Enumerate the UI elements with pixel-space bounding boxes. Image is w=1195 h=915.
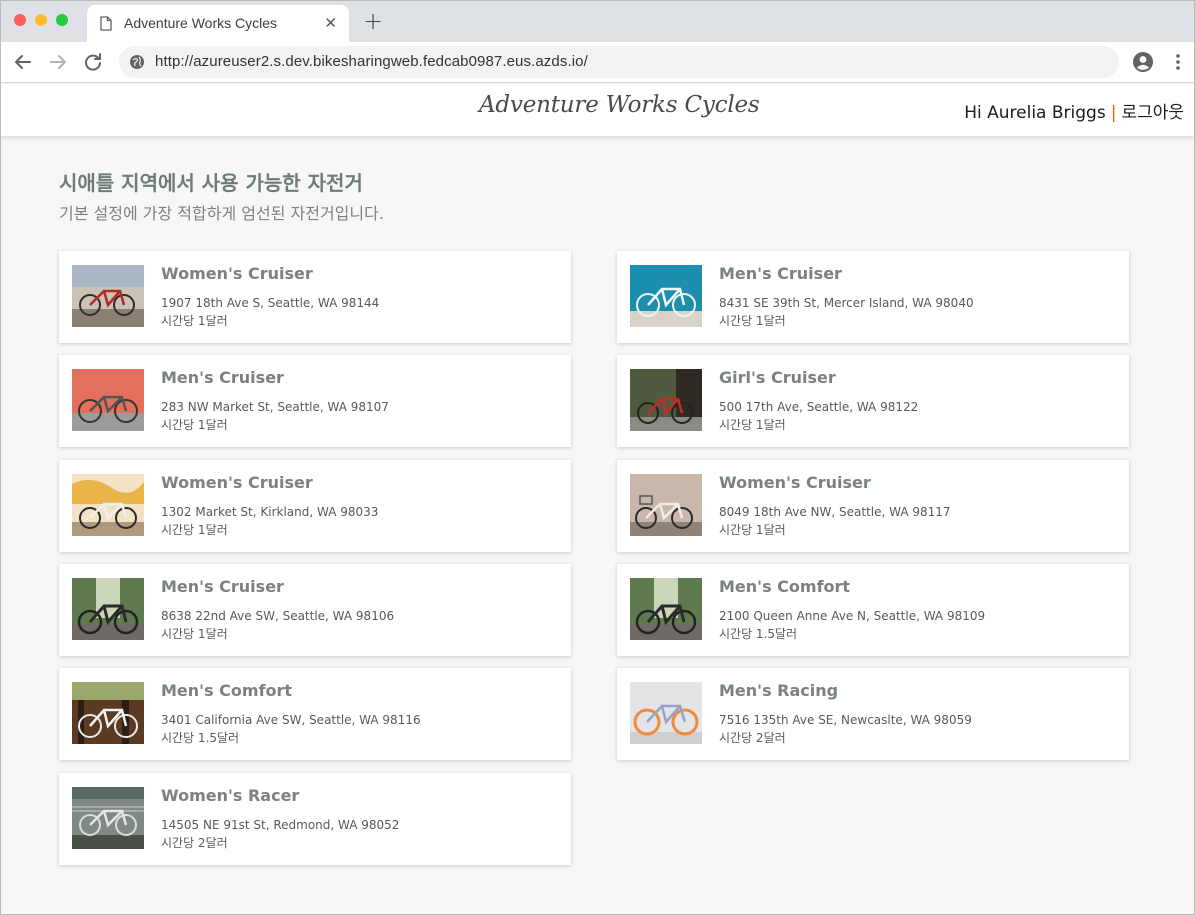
bike-price: 시간당 1달러 [161, 418, 228, 432]
bike-address: 8638 22nd Ave SW, Seattle, WA 98106 [161, 609, 395, 623]
bike-name: Women's Cruiser [719, 473, 871, 492]
document-icon [100, 16, 112, 31]
bike-card[interactable]: Men's Cruiser 283 NW Market St, Seattle,… [59, 355, 571, 447]
bike-photo [630, 682, 702, 744]
bike-name: Men's Racing [719, 681, 839, 700]
tab-active[interactable]: Adventure Works Cycles ✕ [87, 5, 349, 42]
browser-window: Adventure Works Cycles ✕ + http://azureu… [0, 0, 1195, 915]
address-bar[interactable]: http://azureuser2.s.dev.bikesharingweb.f… [119, 46, 1119, 78]
bike-name: Men's Cruiser [161, 368, 284, 387]
bike-card[interactable]: Girl's Cruiser 500 17th Ave, Seattle, WA… [617, 355, 1129, 447]
bike-name: Men's Comfort [161, 681, 293, 700]
bike-photo [630, 578, 702, 640]
url-text[interactable]: http://azureuser2.s.dev.bikesharingweb.f… [155, 53, 588, 70]
bike-name: Women's Cruiser [161, 264, 313, 283]
bike-name: Women's Cruiser [161, 473, 313, 492]
bike-address: 2100 Queen Anne Ave N, Seattle, WA 98109 [719, 609, 986, 623]
bike-card[interactable]: Men's Cruiser 8638 22nd Ave SW, Seattle,… [59, 564, 571, 656]
greeting: Hi Aurelia Briggs [964, 103, 1106, 123]
bike-address: 3401 California Ave SW, Seattle, WA 9811… [161, 713, 421, 727]
window-close-button[interactable] [14, 14, 26, 26]
bike-price: 시간당 1.5달러 [161, 731, 240, 745]
bike-photo [72, 787, 144, 849]
bike-price: 시간당 1달러 [161, 523, 228, 537]
account-icon[interactable] [1132, 51, 1154, 73]
bike-photo [72, 265, 144, 327]
bike-address: 283 NW Market St, Seattle, WA 98107 [161, 400, 389, 414]
tab-title: Adventure Works Cycles [124, 15, 278, 31]
bike-card[interactable]: Men's Comfort 3401 California Ave SW, Se… [59, 668, 571, 760]
bike-name: Men's Comfort [719, 577, 851, 596]
window-maximize-button[interactable] [56, 14, 68, 26]
bike-card[interactable]: Women's Cruiser 8049 18th Ave NW, Seattl… [617, 460, 1129, 552]
bike-card[interactable]: Men's Cruiser 8431 SE 39th St, Mercer Is… [617, 251, 1129, 343]
bike-name: Men's Cruiser [161, 577, 284, 596]
bike-card[interactable]: Men's Comfort 2100 Queen Anne Ave N, Sea… [617, 564, 1129, 656]
bike-price: 시간당 1달러 [719, 418, 786, 432]
bike-price: 시간당 1달러 [161, 314, 228, 328]
bike-address: 14505 NE 91st St, Redmond, WA 98052 [161, 818, 400, 832]
bike-photo [72, 682, 144, 744]
bike-card[interactable]: Men's Racing 7516 135th Ave SE, Newcaslt… [617, 668, 1129, 760]
new-tab-button[interactable]: + [363, 7, 383, 35]
more-vert-icon[interactable] [1171, 52, 1185, 72]
bike-photo [630, 265, 702, 327]
user-area: Hi Aurelia Briggs | 로그아웃 [964, 98, 1184, 123]
separator: | [1110, 103, 1117, 123]
window-minimize-button[interactable] [35, 14, 47, 26]
bike-photo [72, 578, 144, 640]
forward-arrow-icon[interactable] [47, 51, 69, 73]
reload-icon[interactable] [82, 51, 104, 73]
bike-address: 1907 18th Ave S, Seattle, WA 98144 [161, 296, 380, 310]
bike-photo [72, 369, 144, 431]
page-title: 시애틀 지역에서 사용 가능한 자전거 [59, 171, 363, 195]
bike-price: 시간당 1달러 [719, 314, 786, 328]
page-subtitle: 기본 설정에 가장 적합하게 엄선된 자전거입니다. [59, 204, 384, 223]
bike-address: 500 17th Ave, Seattle, WA 98122 [719, 400, 919, 414]
browser-toolbar: http://azureuser2.s.dev.bikesharingweb.f… [1, 42, 1194, 83]
bike-photo [72, 474, 144, 536]
bike-price: 시간당 1달러 [719, 523, 786, 537]
bike-address: 1302 Market St, Kirkland, WA 98033 [161, 505, 379, 519]
site-header: Adventure Works Cycles Hi Aurelia Briggs… [1, 84, 1194, 136]
bike-card[interactable]: Women's Racer 14505 NE 91st St, Redmond,… [59, 773, 571, 865]
bike-price: 시간당 1달러 [161, 627, 228, 641]
globe-icon [130, 55, 144, 69]
bike-card[interactable]: Women's Cruiser 1907 18th Ave S, Seattle… [59, 251, 571, 343]
bike-name: Men's Cruiser [719, 264, 842, 283]
site-logo[interactable]: Adventure Works Cycles [479, 92, 760, 118]
page-content: Adventure Works Cycles Hi Aurelia Briggs… [1, 84, 1194, 914]
tab-strip: Adventure Works Cycles ✕ + [1, 1, 1194, 42]
bike-address: 7516 135th Ave SE, Newcaslte, WA 98059 [719, 713, 972, 727]
bike-name: Women's Racer [161, 786, 300, 805]
bike-price: 시간당 2달러 [161, 836, 228, 850]
bike-address: 8431 SE 39th St, Mercer Island, WA 98040 [719, 296, 974, 310]
bike-name: Girl's Cruiser [719, 368, 836, 387]
tab-close-icon[interactable]: ✕ [324, 14, 337, 32]
bike-address: 8049 18th Ave NW, Seattle, WA 98117 [719, 505, 951, 519]
logout-link[interactable]: 로그아웃 [1121, 103, 1184, 123]
bike-card[interactable]: Women's Cruiser 1302 Market St, Kirkland… [59, 460, 571, 552]
bike-price: 시간당 1.5달러 [719, 627, 798, 641]
back-arrow-icon[interactable] [12, 51, 34, 73]
bike-photo [630, 474, 702, 536]
bike-photo [630, 369, 702, 431]
bike-price: 시간당 2달러 [719, 731, 786, 745]
